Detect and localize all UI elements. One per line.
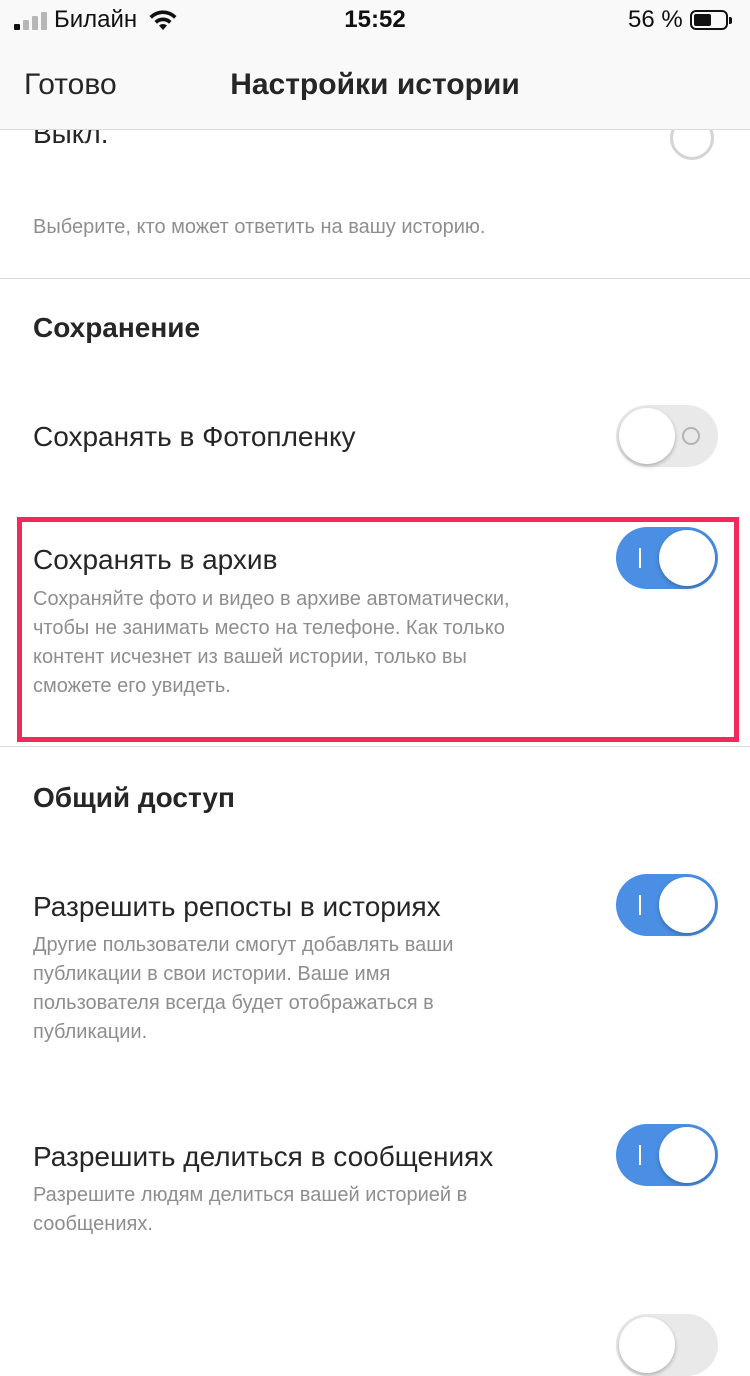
save-to-camera-roll-label: Сохранять в Фотопленку: [33, 421, 356, 452]
allow-message-sharing-toggle[interactable]: [616, 1124, 718, 1186]
page-title: Настройки истории: [230, 68, 520, 101]
sharing-section-title: Общий доступ: [33, 782, 235, 813]
divider: [0, 746, 750, 747]
allow-resharing-toggle[interactable]: [616, 874, 718, 936]
replies-description: Выберите, кто может ответить на вашу ист…: [33, 216, 486, 238]
toggle-knob: [619, 408, 675, 464]
divider: [0, 278, 750, 279]
archive-highlight-frame: [17, 517, 739, 742]
navigation-bar: Готово Настройки истории: [0, 42, 750, 130]
saving-section-title: Сохранение: [33, 312, 201, 343]
battery-percent: 56 %: [628, 6, 683, 33]
status-bar: Билайн 15:52 56 %: [0, 0, 750, 42]
allow-resharing-description: Другие пользователи смогут добавлять ваш…: [33, 934, 454, 1043]
allow-resharing-label: Разрешить репосты в историях: [33, 891, 441, 922]
allow-message-sharing-description: Разрешите людям делиться вашей историей …: [33, 1184, 468, 1235]
next-setting-toggle[interactable]: [616, 1314, 718, 1376]
allow-message-sharing-label: Разрешить делиться в сообщениях: [33, 1141, 494, 1172]
toggle-knob: [659, 1127, 715, 1183]
save-to-camera-roll-toggle[interactable]: [616, 405, 718, 467]
toggle-knob: [659, 877, 715, 933]
toggle-knob: [619, 1317, 675, 1373]
battery-icon: [690, 10, 734, 32]
